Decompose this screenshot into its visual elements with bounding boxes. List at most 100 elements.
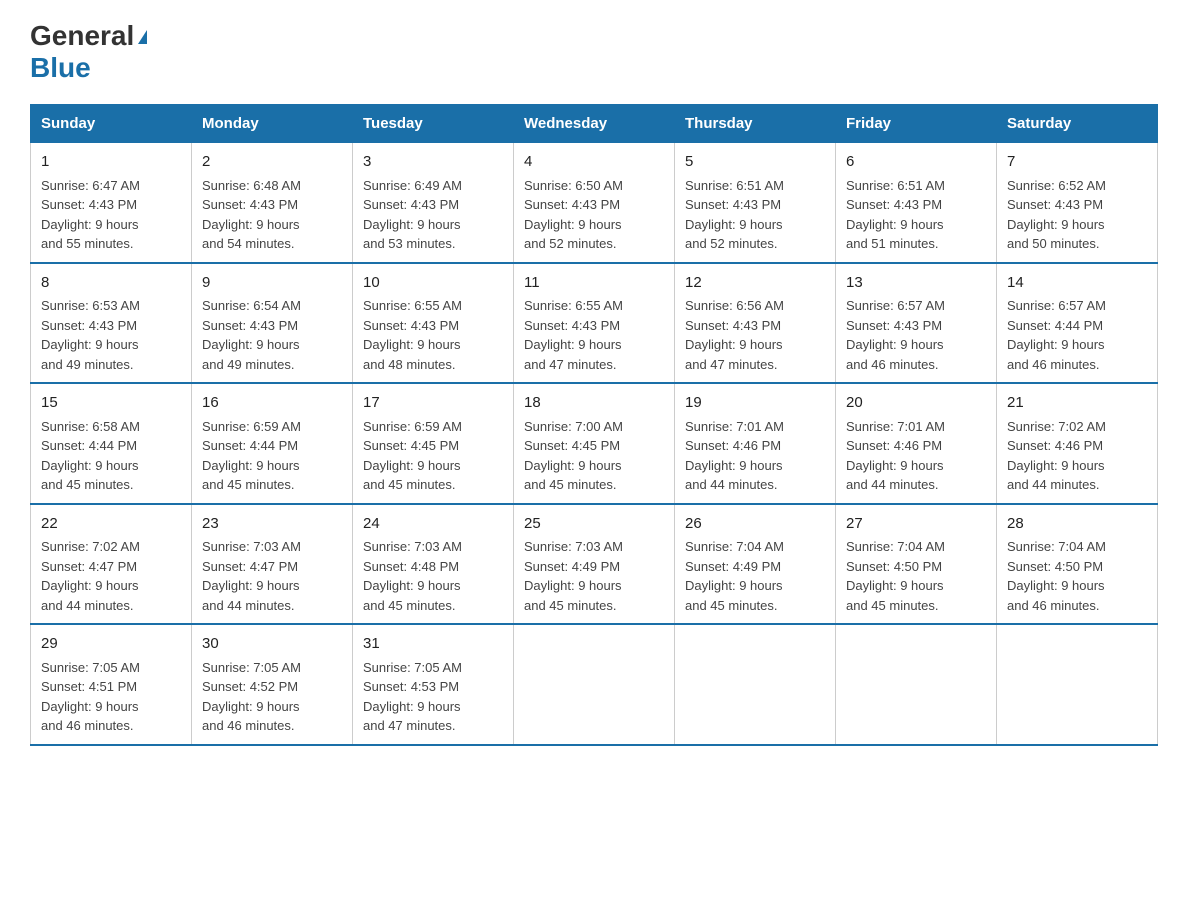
day-number: 28 <box>1007 513 1147 536</box>
header-friday: Friday <box>836 105 997 143</box>
day-number: 27 <box>846 513 986 536</box>
calendar-cell <box>997 624 1158 745</box>
week-row-1: 1 Sunrise: 6:47 AMSunset: 4:43 PMDayligh… <box>31 143 1158 263</box>
day-info: Sunrise: 7:01 AMSunset: 4:46 PMDaylight:… <box>846 419 945 493</box>
day-info: Sunrise: 6:59 AMSunset: 4:45 PMDaylight:… <box>363 419 462 493</box>
day-number: 9 <box>202 272 342 295</box>
calendar-cell: 16 Sunrise: 6:59 AMSunset: 4:44 PMDaylig… <box>192 383 353 504</box>
day-number: 15 <box>41 392 181 415</box>
calendar-cell: 14 Sunrise: 6:57 AMSunset: 4:44 PMDaylig… <box>997 263 1158 384</box>
header-wednesday: Wednesday <box>514 105 675 143</box>
day-info: Sunrise: 6:52 AMSunset: 4:43 PMDaylight:… <box>1007 178 1106 252</box>
calendar-cell: 30 Sunrise: 7:05 AMSunset: 4:52 PMDaylig… <box>192 624 353 745</box>
calendar-cell: 25 Sunrise: 7:03 AMSunset: 4:49 PMDaylig… <box>514 504 675 625</box>
day-number: 18 <box>524 392 664 415</box>
calendar-cell: 1 Sunrise: 6:47 AMSunset: 4:43 PMDayligh… <box>31 143 192 263</box>
calendar-cell: 18 Sunrise: 7:00 AMSunset: 4:45 PMDaylig… <box>514 383 675 504</box>
calendar-cell: 5 Sunrise: 6:51 AMSunset: 4:43 PMDayligh… <box>675 143 836 263</box>
day-info: Sunrise: 7:03 AMSunset: 4:49 PMDaylight:… <box>524 539 623 613</box>
day-number: 29 <box>41 633 181 656</box>
logo: General Blue <box>30 20 147 84</box>
day-number: 14 <box>1007 272 1147 295</box>
day-info: Sunrise: 7:01 AMSunset: 4:46 PMDaylight:… <box>685 419 784 493</box>
day-number: 20 <box>846 392 986 415</box>
week-row-4: 22 Sunrise: 7:02 AMSunset: 4:47 PMDaylig… <box>31 504 1158 625</box>
day-info: Sunrise: 6:56 AMSunset: 4:43 PMDaylight:… <box>685 298 784 372</box>
calendar-table: SundayMondayTuesdayWednesdayThursdayFrid… <box>30 104 1158 746</box>
day-info: Sunrise: 6:55 AMSunset: 4:43 PMDaylight:… <box>524 298 623 372</box>
day-info: Sunrise: 6:55 AMSunset: 4:43 PMDaylight:… <box>363 298 462 372</box>
calendar-cell: 12 Sunrise: 6:56 AMSunset: 4:43 PMDaylig… <box>675 263 836 384</box>
calendar-cell: 17 Sunrise: 6:59 AMSunset: 4:45 PMDaylig… <box>353 383 514 504</box>
calendar-cell: 19 Sunrise: 7:01 AMSunset: 4:46 PMDaylig… <box>675 383 836 504</box>
week-row-3: 15 Sunrise: 6:58 AMSunset: 4:44 PMDaylig… <box>31 383 1158 504</box>
calendar-cell: 31 Sunrise: 7:05 AMSunset: 4:53 PMDaylig… <box>353 624 514 745</box>
day-info: Sunrise: 6:59 AMSunset: 4:44 PMDaylight:… <box>202 419 301 493</box>
calendar-cell: 3 Sunrise: 6:49 AMSunset: 4:43 PMDayligh… <box>353 143 514 263</box>
calendar-cell: 20 Sunrise: 7:01 AMSunset: 4:46 PMDaylig… <box>836 383 997 504</box>
calendar-cell: 10 Sunrise: 6:55 AMSunset: 4:43 PMDaylig… <box>353 263 514 384</box>
day-number: 12 <box>685 272 825 295</box>
day-info: Sunrise: 6:54 AMSunset: 4:43 PMDaylight:… <box>202 298 301 372</box>
day-info: Sunrise: 6:49 AMSunset: 4:43 PMDaylight:… <box>363 178 462 252</box>
calendar-cell <box>675 624 836 745</box>
calendar-cell: 8 Sunrise: 6:53 AMSunset: 4:43 PMDayligh… <box>31 263 192 384</box>
day-info: Sunrise: 7:05 AMSunset: 4:53 PMDaylight:… <box>363 660 462 734</box>
day-info: Sunrise: 7:02 AMSunset: 4:47 PMDaylight:… <box>41 539 140 613</box>
day-number: 30 <box>202 633 342 656</box>
day-info: Sunrise: 7:03 AMSunset: 4:48 PMDaylight:… <box>363 539 462 613</box>
calendar-cell: 7 Sunrise: 6:52 AMSunset: 4:43 PMDayligh… <box>997 143 1158 263</box>
header-sunday: Sunday <box>31 105 192 143</box>
day-info: Sunrise: 7:04 AMSunset: 4:50 PMDaylight:… <box>846 539 945 613</box>
day-number: 24 <box>363 513 503 536</box>
day-number: 23 <box>202 513 342 536</box>
day-number: 31 <box>363 633 503 656</box>
calendar-cell: 29 Sunrise: 7:05 AMSunset: 4:51 PMDaylig… <box>31 624 192 745</box>
day-info: Sunrise: 7:05 AMSunset: 4:52 PMDaylight:… <box>202 660 301 734</box>
calendar-cell: 2 Sunrise: 6:48 AMSunset: 4:43 PMDayligh… <box>192 143 353 263</box>
day-number: 8 <box>41 272 181 295</box>
calendar-cell: 26 Sunrise: 7:04 AMSunset: 4:49 PMDaylig… <box>675 504 836 625</box>
day-info: Sunrise: 7:05 AMSunset: 4:51 PMDaylight:… <box>41 660 140 734</box>
week-row-5: 29 Sunrise: 7:05 AMSunset: 4:51 PMDaylig… <box>31 624 1158 745</box>
day-info: Sunrise: 7:00 AMSunset: 4:45 PMDaylight:… <box>524 419 623 493</box>
day-number: 11 <box>524 272 664 295</box>
day-number: 2 <box>202 151 342 174</box>
calendar-cell: 13 Sunrise: 6:57 AMSunset: 4:43 PMDaylig… <box>836 263 997 384</box>
calendar-cell: 22 Sunrise: 7:02 AMSunset: 4:47 PMDaylig… <box>31 504 192 625</box>
day-info: Sunrise: 6:51 AMSunset: 4:43 PMDaylight:… <box>846 178 945 252</box>
calendar-cell: 4 Sunrise: 6:50 AMSunset: 4:43 PMDayligh… <box>514 143 675 263</box>
week-row-2: 8 Sunrise: 6:53 AMSunset: 4:43 PMDayligh… <box>31 263 1158 384</box>
day-info: Sunrise: 6:53 AMSunset: 4:43 PMDaylight:… <box>41 298 140 372</box>
day-number: 7 <box>1007 151 1147 174</box>
day-info: Sunrise: 7:04 AMSunset: 4:50 PMDaylight:… <box>1007 539 1106 613</box>
logo-general-text: General <box>30 20 134 52</box>
day-info: Sunrise: 6:47 AMSunset: 4:43 PMDaylight:… <box>41 178 140 252</box>
day-info: Sunrise: 7:02 AMSunset: 4:46 PMDaylight:… <box>1007 419 1106 493</box>
calendar-cell <box>836 624 997 745</box>
day-number: 4 <box>524 151 664 174</box>
day-info: Sunrise: 6:51 AMSunset: 4:43 PMDaylight:… <box>685 178 784 252</box>
day-number: 17 <box>363 392 503 415</box>
day-number: 5 <box>685 151 825 174</box>
day-info: Sunrise: 6:57 AMSunset: 4:44 PMDaylight:… <box>1007 298 1106 372</box>
day-number: 3 <box>363 151 503 174</box>
day-info: Sunrise: 6:57 AMSunset: 4:43 PMDaylight:… <box>846 298 945 372</box>
header-monday: Monday <box>192 105 353 143</box>
header-saturday: Saturday <box>997 105 1158 143</box>
day-number: 10 <box>363 272 503 295</box>
calendar-cell: 28 Sunrise: 7:04 AMSunset: 4:50 PMDaylig… <box>997 504 1158 625</box>
day-number: 22 <box>41 513 181 536</box>
calendar-cell: 9 Sunrise: 6:54 AMSunset: 4:43 PMDayligh… <box>192 263 353 384</box>
calendar-cell: 24 Sunrise: 7:03 AMSunset: 4:48 PMDaylig… <box>353 504 514 625</box>
day-info: Sunrise: 7:03 AMSunset: 4:47 PMDaylight:… <box>202 539 301 613</box>
day-number: 26 <box>685 513 825 536</box>
calendar-cell: 6 Sunrise: 6:51 AMSunset: 4:43 PMDayligh… <box>836 143 997 263</box>
calendar-cell: 27 Sunrise: 7:04 AMSunset: 4:50 PMDaylig… <box>836 504 997 625</box>
day-info: Sunrise: 6:48 AMSunset: 4:43 PMDaylight:… <box>202 178 301 252</box>
calendar-cell: 23 Sunrise: 7:03 AMSunset: 4:47 PMDaylig… <box>192 504 353 625</box>
header-tuesday: Tuesday <box>353 105 514 143</box>
day-number: 13 <box>846 272 986 295</box>
logo-triangle-icon <box>138 30 147 44</box>
logo-blue-text: Blue <box>30 52 91 83</box>
